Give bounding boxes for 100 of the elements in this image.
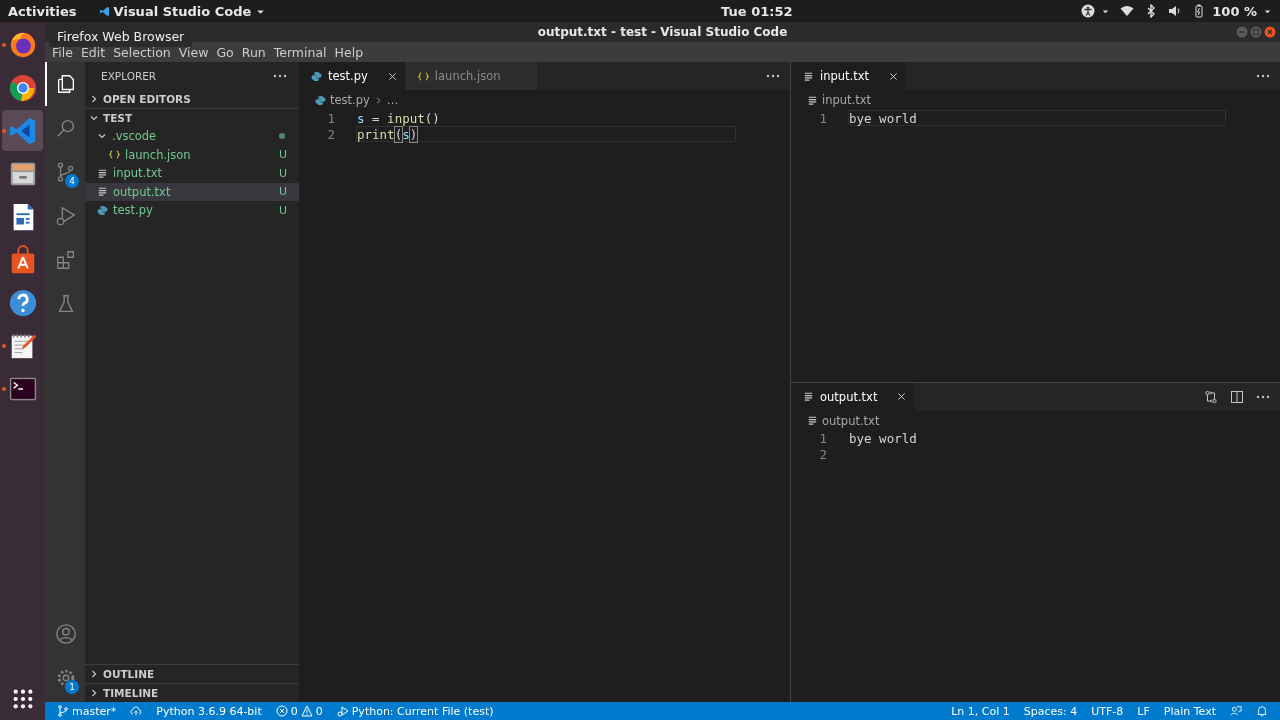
tree-item[interactable]: input.txt U xyxy=(85,164,299,183)
breadcrumb-item[interactable]: … xyxy=(386,93,399,107)
lines-icon xyxy=(807,94,818,106)
menu-item[interactable]: Go xyxy=(212,44,238,60)
section-header[interactable]: OPEN EDITORS xyxy=(85,90,299,108)
more-actions-icon[interactable] xyxy=(766,74,780,78)
lines-icon xyxy=(807,415,818,426)
status-item[interactable]: Spaces: 4 xyxy=(1023,704,1078,718)
editor-tab[interactable]: test.py xyxy=(299,62,406,90)
python-file-icon xyxy=(311,70,322,82)
menu-item[interactable]: Selection xyxy=(109,44,175,60)
debug-status[interactable]: Python: Current File (test) xyxy=(336,704,494,718)
lines-icon xyxy=(97,167,108,179)
menu-item[interactable]: Help xyxy=(330,44,368,60)
extensions-icon[interactable] xyxy=(55,249,77,271)
count-badge: 4 xyxy=(65,174,79,188)
accessibility-icon[interactable] xyxy=(1081,4,1096,18)
section-header[interactable]: TEST xyxy=(85,108,299,127)
git-status: U xyxy=(278,166,287,180)
app-menu[interactable]: Visual Studio Code xyxy=(98,3,267,19)
line-number: 1 xyxy=(326,110,335,126)
running-indicator xyxy=(2,387,6,391)
play-bug-icon xyxy=(336,705,349,717)
browser-icon[interactable] xyxy=(7,72,38,103)
status-item[interactable]: UTF-8 xyxy=(1091,704,1124,718)
python-file-icon xyxy=(97,204,108,216)
close-icon[interactable] xyxy=(889,71,899,81)
lines-icon xyxy=(803,391,814,402)
git-status: U xyxy=(278,203,287,217)
breadcrumb-item[interactable]: test.py xyxy=(330,93,370,107)
more-actions-icon[interactable] xyxy=(273,74,287,78)
braces-icon xyxy=(417,70,429,82)
code-editor-icon xyxy=(98,5,110,17)
menu-item[interactable]: Terminal xyxy=(269,44,331,60)
menu-item[interactable]: Edit xyxy=(76,44,110,60)
section-header[interactable]: OUTLINE xyxy=(85,664,299,683)
menu-item[interactable]: Run xyxy=(237,44,270,60)
braces-icon xyxy=(109,149,120,161)
editor-tab[interactable]: input.txt xyxy=(791,62,908,90)
feedback-icon[interactable] xyxy=(1230,705,1242,717)
bell-icon[interactable] xyxy=(1256,705,1268,717)
branch-icon xyxy=(57,705,69,717)
problems-status[interactable]: 0 0 xyxy=(275,704,323,718)
sidebar-title: EXPLORER xyxy=(101,70,157,82)
line-number: 1 xyxy=(818,431,827,446)
line-number: 2 xyxy=(326,126,335,142)
lines-icon xyxy=(803,70,814,82)
running-indicator xyxy=(2,344,6,348)
clock[interactable]: Tue 01:52 xyxy=(721,3,793,19)
git-status: U xyxy=(278,185,287,199)
split-editor-icon[interactable] xyxy=(1230,389,1244,404)
status-item[interactable]: Plain Text xyxy=(1163,704,1216,718)
menu-item[interactable]: View xyxy=(174,44,213,60)
menu-item[interactable]: File xyxy=(48,44,77,60)
battery-percentage[interactable]: 100 % xyxy=(1212,3,1257,19)
close-icon[interactable] xyxy=(1264,26,1276,38)
code-line: bye world xyxy=(849,110,917,126)
breadcrumb-item[interactable]: output.txt xyxy=(822,413,880,428)
error-icon xyxy=(275,705,288,717)
close-icon[interactable] xyxy=(897,392,907,401)
status-item[interactable]: Ln 1, Col 1 xyxy=(951,704,1010,718)
running-indicator xyxy=(2,129,6,133)
chevron-down-icon xyxy=(89,113,99,123)
tree-item[interactable]: .vscode xyxy=(85,127,299,146)
breadcrumb-item[interactable]: input.txt xyxy=(822,93,872,107)
warning-icon xyxy=(300,705,313,717)
more-actions-icon[interactable] xyxy=(1256,394,1270,399)
cloud-upload-icon[interactable] xyxy=(130,705,143,717)
code-line: s = input() xyxy=(357,110,440,126)
branch-status[interactable]: master* xyxy=(57,704,117,718)
tree-item[interactable]: launch.json U xyxy=(85,145,299,164)
app-grid-icon[interactable] xyxy=(11,688,34,710)
activities-button[interactable]: Activities xyxy=(8,3,77,19)
line-number: 1 xyxy=(818,110,827,126)
compare-changes-icon[interactable] xyxy=(1204,389,1218,404)
count-badge: 1 xyxy=(65,680,79,694)
files-icon[interactable] xyxy=(55,73,77,95)
account-icon[interactable] xyxy=(55,623,77,645)
wifi-icon[interactable] xyxy=(1120,4,1135,18)
running-indicator xyxy=(2,43,6,47)
tree-item[interactable]: test.py U xyxy=(85,201,299,220)
status-item[interactable]: LF xyxy=(1137,704,1150,718)
more-actions-icon[interactable] xyxy=(1256,74,1270,78)
tree-item[interactable]: output.txt U xyxy=(85,182,299,201)
code-line: print(s) xyxy=(357,126,418,142)
code-line: bye world xyxy=(849,431,917,446)
git-status: U xyxy=(278,148,287,162)
python-file-icon xyxy=(315,94,326,106)
chevron-right-icon xyxy=(89,94,99,104)
close-icon[interactable] xyxy=(387,71,397,81)
help-icon[interactable] xyxy=(7,287,38,318)
editor-tab[interactable]: launch.json xyxy=(405,62,539,90)
window-title: output.txt - test - Visual Studio Code xyxy=(537,25,788,39)
speaker-icon[interactable] xyxy=(1168,4,1183,18)
play-bug-icon[interactable] xyxy=(55,205,77,227)
status-item[interactable]: Python 3.6.9 64-bit xyxy=(156,704,262,718)
line-number: 2 xyxy=(818,447,827,462)
editor-tab[interactable]: output.txt xyxy=(791,382,916,411)
lines-icon xyxy=(97,186,108,198)
search-icon[interactable] xyxy=(55,117,77,139)
